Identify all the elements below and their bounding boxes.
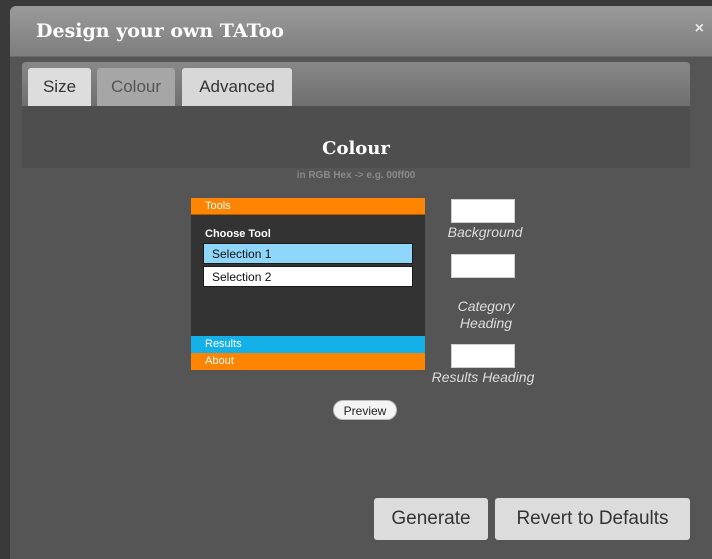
section-title: Colour [322,138,390,159]
results-heading-label: Results Heading [431,369,535,385]
preview-selection-1: Selection 1 [203,243,413,264]
preview-results-bar: Results [191,336,425,353]
tab-bar: Size Colour Advanced [22,62,690,106]
tab-size[interactable]: Size [28,68,91,106]
tab-colour[interactable]: Colour [97,68,175,106]
tab-advanced[interactable]: Advanced [182,68,292,106]
category-heading-color-input[interactable] [451,254,515,278]
generate-button[interactable]: Generate [374,498,488,540]
dialog-titlebar: Design your own TAToo × [10,6,712,57]
background-color-input[interactable] [451,199,515,223]
preview-about-bar: About [191,353,425,370]
tool-preview: Tools Choose Tool Selection 1 Selection … [191,198,425,370]
dialog-title: Design your own TAToo [36,20,284,42]
preview-choose-tool: Choose Tool [205,228,271,240]
section-subtitle: in RGB Hex -> e.g. 00ff00 [296,170,416,181]
background-label: Background [447,224,523,240]
results-heading-color-input[interactable] [451,344,515,368]
close-icon[interactable]: × [695,20,704,38]
preview-tools-bar: Tools [191,198,425,215]
preview-button[interactable]: Preview [333,400,397,420]
preview-selection-2: Selection 2 [203,266,413,287]
revert-to-defaults-button[interactable]: Revert to Defaults [495,498,690,540]
category-heading-label: Category Heading [457,298,515,331]
